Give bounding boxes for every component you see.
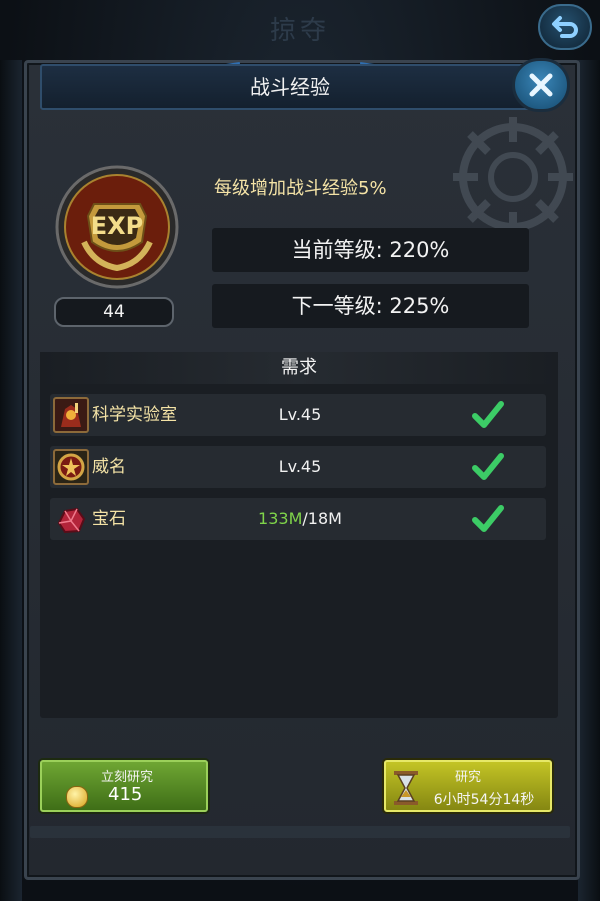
instant-research-label: 立刻研究 — [100, 770, 153, 785]
requirement-value: Lv.45 — [278, 405, 322, 424]
requirement-row-prestige: 威名 Lv.45 — [50, 446, 546, 488]
requirement-name: 宝石 — [92, 509, 126, 529]
requirement-name: 威名 — [92, 457, 126, 477]
research-description: 每级增加战斗经验5% — [214, 178, 387, 199]
background-page-title: 掠夺 — [269, 16, 330, 46]
gem-icon — [57, 507, 86, 534]
requirement-name: 科学实验室 — [92, 405, 177, 425]
research-level-value: 44 — [54, 297, 174, 327]
left-frame-decoration — [0, 60, 22, 901]
gem-owned-amount: 133M — [258, 509, 303, 528]
close-icon — [529, 73, 553, 97]
requirement-row-gem: 宝石 133M/18M — [50, 498, 546, 540]
exp-badge-icon: EXP — [55, 165, 179, 289]
checkmark-icon — [472, 453, 504, 480]
instant-research-button[interactable]: 立刻研究 415 — [40, 760, 208, 812]
requirement-value: Lv.45 — [278, 457, 322, 476]
research-time: 6小时54分14秒 — [433, 792, 535, 808]
checkmark-icon — [472, 401, 504, 428]
research-button[interactable]: 研究 6小时54分14秒 — [384, 760, 552, 812]
gear-watermark-icon — [453, 117, 573, 237]
requirement-row-science-lab: 科学实验室 Lv.45 — [50, 394, 546, 436]
checkmark-icon — [472, 505, 504, 532]
science-lab-icon — [53, 397, 89, 433]
instant-research-cost: 415 — [108, 784, 143, 805]
right-frame-decoration — [578, 60, 600, 901]
dialog-bottom-frame — [30, 826, 570, 838]
prestige-icon — [53, 449, 89, 485]
close-button[interactable] — [512, 58, 570, 112]
exp-badge-text: EXP — [91, 212, 144, 240]
dialog-title: 战斗经验 — [250, 75, 330, 99]
gold-coin-icon — [66, 786, 88, 808]
gem-required-amount: /18M — [302, 509, 342, 528]
back-button[interactable] — [538, 4, 592, 50]
requirements-title: 需求 — [40, 352, 558, 384]
requirement-value: 133M/18M — [240, 498, 360, 540]
next-level-stat: 下一等级: 225% — [212, 284, 529, 328]
current-level-stat: 当前等级: 220% — [212, 228, 529, 272]
hourglass-icon — [394, 771, 418, 805]
back-arrow-icon — [552, 16, 578, 38]
